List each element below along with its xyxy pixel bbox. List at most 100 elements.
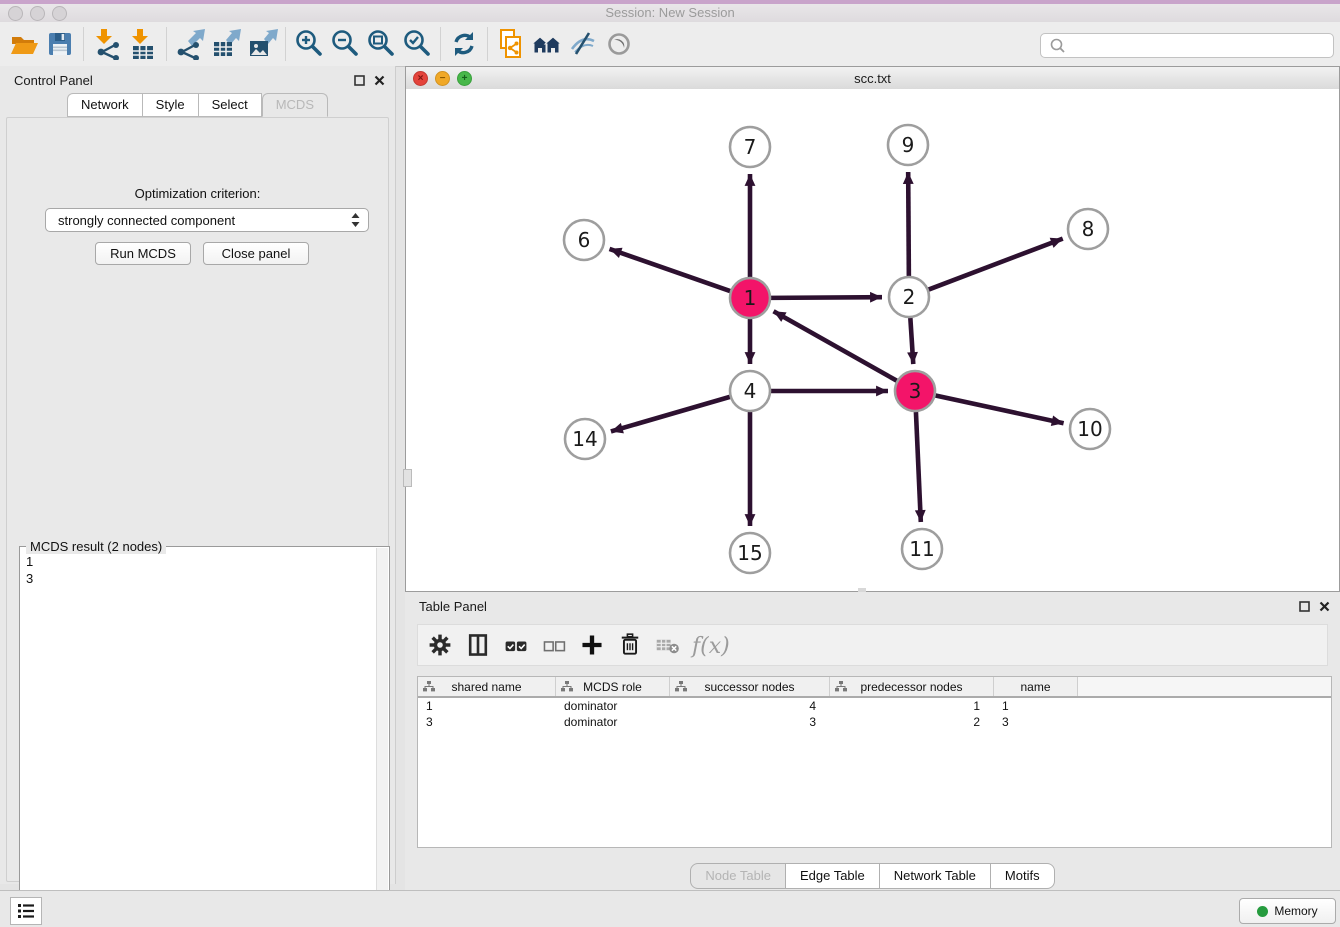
table-row[interactable]: 1dominator411: [418, 698, 1331, 714]
function-builder-icon[interactable]: f(x): [690, 629, 734, 661]
hide-panels-icon[interactable]: [565, 26, 601, 62]
genemania-homes-icon[interactable]: [529, 26, 565, 62]
graph-edge-3-11[interactable]: [916, 412, 921, 522]
import-network-icon[interactable]: [89, 26, 125, 62]
zoom-out-icon[interactable]: [327, 26, 363, 62]
graph-node-7[interactable]: 7: [730, 127, 770, 167]
column-header-successor-nodes[interactable]: successor nodes: [670, 677, 830, 696]
graph-node-3[interactable]: 3: [895, 371, 935, 411]
node-table-body: 1dominator4113dominator323: [418, 698, 1331, 730]
delete-column-icon[interactable]: [614, 629, 646, 661]
toolbar-separator: [285, 27, 286, 61]
import-table-icon[interactable]: [125, 26, 161, 62]
graph-edge-3-10[interactable]: [936, 395, 1064, 423]
table-row[interactable]: 3dominator323: [418, 714, 1331, 730]
graph-edge-2-8[interactable]: [929, 239, 1063, 290]
criterion-dropdown[interactable]: strongly connected component: [45, 208, 369, 232]
table-cell[interactable]: 2: [830, 714, 994, 730]
network-canvas[interactable]: 7 9 6 8 1 2 4 3 14 10 15 11: [406, 89, 1339, 591]
tab-select[interactable]: Select: [199, 93, 262, 117]
tab-network-table[interactable]: Network Table: [879, 863, 991, 889]
table-cell[interactable]: 3: [670, 714, 830, 730]
network-window-titlebar[interactable]: × − + scc.txt: [406, 67, 1339, 90]
zoom-selected-icon[interactable]: [399, 26, 435, 62]
column-header-predecessor-nodes[interactable]: predecessor nodes: [830, 677, 994, 696]
tab-mcds[interactable]: MCDS: [262, 93, 328, 117]
column-header-name[interactable]: name: [994, 677, 1078, 696]
node-table: shared nameMCDS rolesuccessor nodesprede…: [417, 676, 1332, 848]
splitter-handle[interactable]: [403, 469, 412, 487]
graph-node-1[interactable]: 1: [730, 278, 770, 318]
export-table-icon[interactable]: [208, 26, 244, 62]
export-network-icon[interactable]: [172, 26, 208, 62]
memory-button[interactable]: Memory: [1239, 898, 1336, 924]
tab-style[interactable]: Style: [143, 93, 199, 117]
status-bar: Memory: [0, 890, 1340, 927]
graph-edge-3-1[interactable]: [774, 311, 897, 380]
table-cell[interactable]: 1: [830, 698, 994, 714]
search-input[interactable]: [1068, 36, 1333, 55]
tab-node-table[interactable]: Node Table: [690, 863, 786, 889]
toolbar-separator: [487, 27, 488, 61]
zoom-fit-icon[interactable]: [363, 26, 399, 62]
graph-edge-4-14[interactable]: [611, 397, 730, 432]
tab-motifs[interactable]: Motifs: [990, 863, 1055, 889]
select-all-icon[interactable]: [500, 629, 532, 661]
node-table-header: shared nameMCDS rolesuccessor nodesprede…: [418, 677, 1331, 698]
graph-node-8[interactable]: 8: [1068, 209, 1108, 249]
run-mcds-button[interactable]: Run MCDS: [95, 242, 191, 265]
table-cell[interactable]: 1: [994, 698, 1078, 714]
close-panel-icon[interactable]: [374, 75, 385, 86]
column-header-mcds-role[interactable]: MCDS role: [556, 677, 670, 696]
close-panel-button[interactable]: Close panel: [203, 242, 309, 265]
float-table-panel-icon[interactable]: [1299, 601, 1310, 612]
table-cell[interactable]: 3: [418, 714, 556, 730]
toolbar-separator: [166, 27, 167, 61]
open-file-icon[interactable]: [6, 26, 42, 62]
add-column-icon[interactable]: [576, 629, 608, 661]
float-panel-icon[interactable]: [354, 75, 365, 86]
show-panels-list-button[interactable]: [10, 897, 42, 925]
graph-node-10[interactable]: 10: [1070, 409, 1110, 449]
result-scrollbar[interactable]: [376, 548, 388, 924]
graph-node-14[interactable]: 14: [565, 419, 605, 459]
tab-network[interactable]: Network: [67, 93, 143, 117]
show-columns-icon[interactable]: [462, 629, 494, 661]
table-cell[interactable]: dominator: [556, 698, 670, 714]
table-panel-header: Table Panel: [405, 592, 1340, 620]
graph-node-9[interactable]: 9: [888, 125, 928, 165]
column-type-icon: [675, 681, 687, 692]
close-table-panel-icon[interactable]: [1319, 601, 1330, 612]
search-field[interactable]: [1040, 33, 1334, 58]
zoom-in-icon[interactable]: [291, 26, 327, 62]
graph-edge-1-2[interactable]: [771, 297, 882, 298]
graph-node-4[interactable]: 4: [730, 371, 770, 411]
refresh-icon[interactable]: [446, 26, 482, 62]
table-cell[interactable]: 1: [418, 698, 556, 714]
graph-node-label: 1: [744, 286, 757, 310]
column-header-shared-name[interactable]: shared name: [418, 677, 556, 696]
unselect-all-icon[interactable]: [538, 629, 570, 661]
graph-edge-1-6[interactable]: [609, 249, 730, 291]
graph-node-11[interactable]: 11: [902, 529, 942, 569]
main-toolbar: [0, 22, 1340, 67]
graph-edge-2-3[interactable]: [910, 318, 913, 364]
save-session-icon[interactable]: [42, 26, 78, 62]
table-cell[interactable]: dominator: [556, 714, 670, 730]
graph-node-2[interactable]: 2: [889, 277, 929, 317]
graph-node-6[interactable]: 6: [564, 220, 604, 260]
graph-node-15[interactable]: 15: [730, 533, 770, 573]
graph-edge-2-9[interactable]: [908, 172, 909, 276]
table-settings-gear-icon[interactable]: [424, 629, 456, 661]
table-cell[interactable]: 3: [994, 714, 1078, 730]
mcds-result-list[interactable]: 13: [20, 551, 377, 925]
show-eye-icon[interactable]: [601, 26, 637, 62]
table-cell[interactable]: 4: [670, 698, 830, 714]
new-network-from-selection-icon[interactable]: [493, 26, 529, 62]
list-icon: [17, 903, 35, 919]
delete-table-icon[interactable]: [652, 629, 684, 661]
mcds-result-box: MCDS result (2 nodes) 13: [19, 546, 390, 926]
tab-edge-table[interactable]: Edge Table: [785, 863, 880, 889]
export-image-icon[interactable]: [244, 26, 280, 62]
memory-label: Memory: [1274, 904, 1317, 918]
